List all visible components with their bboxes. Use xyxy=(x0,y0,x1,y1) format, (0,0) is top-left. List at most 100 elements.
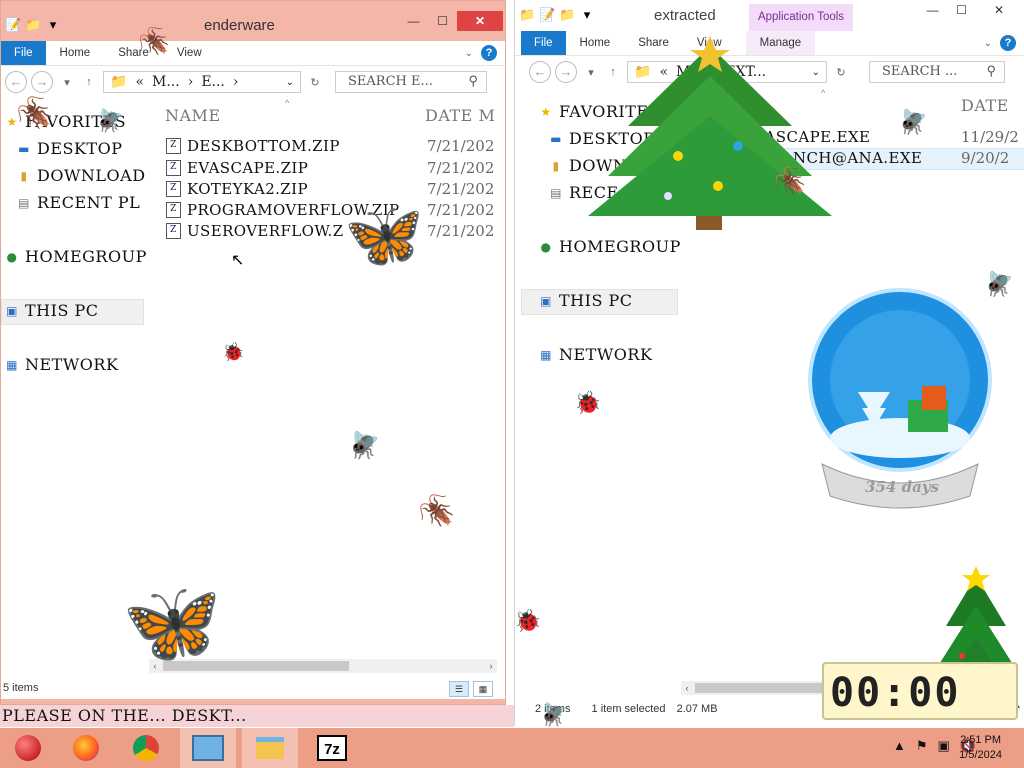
address-overflow[interactable]: « xyxy=(659,64,668,80)
explorer-window-extracted[interactable]: 📁 📝 📁 ▾ Application Tools extracted — ☐ … xyxy=(514,0,1024,726)
large-icons-view-icon[interactable]: ▦ xyxy=(473,681,493,697)
banner-text: PLEASE ON THE... DESKT... xyxy=(0,705,514,727)
breadcrumb-m[interactable]: M... xyxy=(676,64,704,80)
file-row[interactable]: Z USEROVERFLOW.Z xyxy=(166,222,344,240)
nav-downloads[interactable]: ▮ DOWNL xyxy=(549,156,639,175)
network-icon[interactable]: ▣ xyxy=(938,738,950,754)
nav-homegroup[interactable]: ● HOMEGROUP xyxy=(539,237,681,256)
nav-label: THIS PC xyxy=(25,301,99,320)
homegroup-icon: ● xyxy=(540,239,552,254)
nav-downloads[interactable]: ▮ DOWNLOAD xyxy=(17,166,146,185)
taskbar-firefox[interactable] xyxy=(58,728,114,768)
address-bar[interactable]: 📁 « M... › E... › ⌄ xyxy=(103,71,301,93)
nav-homegroup[interactable]: ● HOMEGROUP xyxy=(5,247,147,266)
start-ornament-button[interactable] xyxy=(0,728,56,768)
address-overflow[interactable]: « xyxy=(135,74,144,90)
nav-desktop[interactable]: ▬ DESKTOP xyxy=(17,139,122,158)
recent-locations-icon[interactable]: ▾ xyxy=(59,76,75,89)
taskbar-7zip[interactable]: 7z xyxy=(304,728,360,768)
nav-desktop[interactable]: ▬ DESKTOP xyxy=(549,129,654,148)
maximize-button[interactable]: ☐ xyxy=(947,0,976,20)
file-row[interactable]: EVASCAPE.EXE xyxy=(743,128,870,146)
scrollbar-thumb[interactable] xyxy=(695,683,835,693)
refresh-button[interactable]: ↻ xyxy=(833,66,849,79)
minimize-button[interactable]: — xyxy=(399,11,428,31)
file-row-selected[interactable]: ERMANCH@ANA.EXE xyxy=(743,149,922,167)
explorer-window-enderware[interactable]: 📝 📁 ▾ enderware — ☐ ✕ File Home Share Vi… xyxy=(0,0,506,705)
nav-label: DESKTOP xyxy=(569,129,655,148)
forward-button[interactable]: → xyxy=(31,71,53,93)
new-folder-icon[interactable]: 📁 xyxy=(25,17,41,33)
refresh-button[interactable]: ↻ xyxy=(307,76,323,89)
expand-ribbon-icon[interactable]: ⌄ xyxy=(465,48,473,59)
search-input[interactable]: SEARCH ... ⚲ xyxy=(869,61,1005,83)
expand-ribbon-icon[interactable]: ⌄ xyxy=(984,38,992,49)
column-header-name[interactable]: ME xyxy=(729,96,758,115)
tab-view[interactable]: View xyxy=(683,37,736,49)
cockroach-icon: 🪳 xyxy=(774,166,807,196)
nav-this-pc[interactable]: ▣ THIS PC xyxy=(5,301,99,320)
title-bar[interactable]: 📁 📝 📁 ▾ Application Tools extracted — ☐ … xyxy=(515,0,1024,31)
file-date: 7/21/202 xyxy=(427,137,495,155)
nav-favorites[interactable]: ★ FAVORITES xyxy=(539,102,660,121)
up-button[interactable]: ↑ xyxy=(605,66,621,78)
column-header-date[interactable]: DATE xyxy=(961,96,1009,115)
tab-manage[interactable]: Manage xyxy=(745,31,816,55)
help-icon[interactable]: ? xyxy=(481,45,497,61)
selected-size: 2.07 MB xyxy=(676,703,718,715)
forward-button[interactable]: → xyxy=(555,61,577,83)
new-folder-icon[interactable]: 📁 xyxy=(559,7,575,23)
tab-home[interactable]: Home xyxy=(566,37,625,49)
close-button[interactable]: ✕ xyxy=(457,11,503,31)
tab-file[interactable]: File xyxy=(521,31,566,55)
file-row[interactable]: Z DESKBOTTOM.ZIP xyxy=(166,137,340,155)
details-view-icon[interactable]: ☰ xyxy=(449,681,469,697)
fly-icon: 🪰 xyxy=(96,108,124,133)
taskbar-chrome[interactable] xyxy=(118,728,174,768)
folder-icon[interactable]: 📁 xyxy=(519,7,535,23)
up-button[interactable]: ↑ xyxy=(81,76,97,88)
maximize-button[interactable]: ☐ xyxy=(428,11,457,31)
search-input[interactable]: SEARCH E... ⚲ xyxy=(335,71,487,93)
close-button[interactable]: ✕ xyxy=(976,0,1022,20)
taskbar-remote-desktop[interactable] xyxy=(180,728,236,768)
countdown-timer: 00:00 xyxy=(822,662,1018,720)
tab-home[interactable]: Home xyxy=(46,47,105,59)
column-header-name[interactable]: NAME xyxy=(165,106,221,125)
clock[interactable]: 2:51 PM 1/5/2024 xyxy=(959,733,1002,763)
title-bar[interactable]: 📝 📁 ▾ enderware — ☐ ✕ xyxy=(1,1,505,39)
file-row[interactable]: Z KOTEYKA2.ZIP xyxy=(166,180,308,198)
nav-network[interactable]: ▦ NETWORK xyxy=(5,355,118,374)
properties-icon[interactable]: 📝 xyxy=(539,7,555,23)
tab-share[interactable]: Share xyxy=(624,37,683,49)
properties-icon[interactable]: 📝 xyxy=(5,17,21,33)
downloads-folder-icon: ▮ xyxy=(20,168,28,183)
address-bar[interactable]: 📁 « M... › EXT... ⌄ xyxy=(627,61,827,83)
tab-view[interactable]: View xyxy=(163,47,216,59)
scroll-right-icon[interactable]: › xyxy=(485,659,497,673)
minimize-button[interactable]: — xyxy=(918,0,947,20)
address-dropdown-icon[interactable]: ⌄ xyxy=(286,77,294,88)
flag-icon[interactable]: ⚑ xyxy=(916,738,928,754)
nav-recent-places[interactable]: ▤ RECE xyxy=(549,183,619,202)
back-button[interactable]: ← xyxy=(5,71,27,93)
taskbar-file-explorer[interactable] xyxy=(242,728,298,768)
recent-locations-icon[interactable]: ▾ xyxy=(583,66,599,79)
chevron-down-icon[interactable]: ▾ xyxy=(579,7,595,23)
show-hidden-icons-icon[interactable]: ▲ xyxy=(893,738,906,754)
chevron-down-icon[interactable]: ▾ xyxy=(45,17,61,33)
computer-icon: ▣ xyxy=(540,293,552,308)
help-icon[interactable]: ? xyxy=(1000,35,1016,51)
back-button[interactable]: ← xyxy=(529,61,551,83)
breadcrumb-extracted[interactable]: EXT... xyxy=(725,64,766,80)
nav-recent-places[interactable]: ▤ RECENT PL xyxy=(17,193,140,212)
tab-file[interactable]: File xyxy=(1,41,46,65)
scroll-left-icon[interactable]: ‹ xyxy=(681,681,693,695)
column-header-date[interactable]: DATE M xyxy=(425,106,495,125)
nav-network[interactable]: ▦ NETWORK xyxy=(539,345,652,364)
breadcrumb-e[interactable]: E... xyxy=(201,74,225,90)
address-dropdown-icon[interactable]: ⌄ xyxy=(812,67,820,78)
file-row[interactable]: Z EVASCAPE.ZIP xyxy=(166,159,308,177)
breadcrumb-m[interactable]: M... xyxy=(152,74,180,90)
nav-this-pc[interactable]: ▣ THIS PC xyxy=(539,291,633,310)
